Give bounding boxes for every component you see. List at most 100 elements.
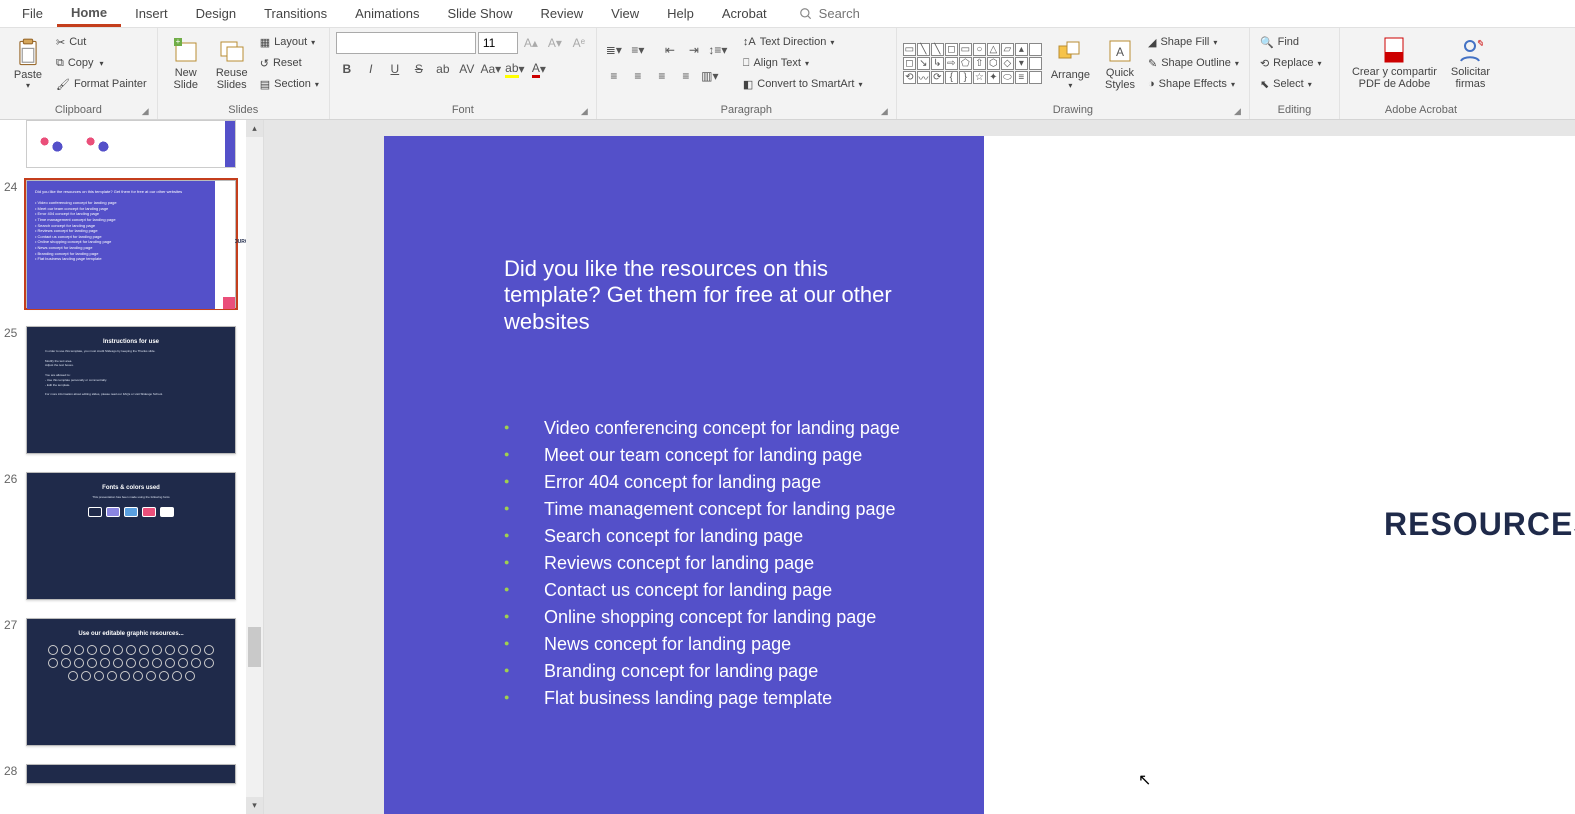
bold-icon[interactable]: B — [336, 58, 358, 80]
shape-fill-button[interactable]: ◢Shape Fill▾ — [1144, 32, 1243, 52]
effects-icon: ◑ — [1148, 78, 1155, 90]
convert-smartart-button[interactable]: ◧Convert to SmartArt▾ — [739, 74, 867, 94]
shape-effects-button[interactable]: ◑Shape Effects▾ — [1144, 74, 1243, 94]
thumbnail-scrollbar[interactable]: ▴ ▾ — [246, 120, 263, 814]
scroll-up-icon[interactable]: ▴ — [246, 120, 263, 137]
align-left-icon[interactable]: ≡ — [603, 65, 625, 87]
format-painter-button[interactable]: 🖌Format Painter — [52, 74, 151, 94]
slide-thumbnail-25[interactable]: 25 Instructions for use In order to use … — [26, 326, 234, 454]
reset-button[interactable]: ↺Reset — [256, 53, 323, 73]
gallery-more-icon[interactable]: ≡ — [1015, 71, 1028, 84]
font-name-combo[interactable] — [336, 32, 476, 54]
slide-editor[interactable]: Did you like the resources on this templ… — [264, 120, 1575, 814]
tab-file[interactable]: File — [8, 2, 57, 25]
tab-animations[interactable]: Animations — [341, 2, 433, 25]
highlight-icon[interactable]: ab▾ — [504, 58, 526, 80]
work-area: 24 Did you like the resources on this te… — [0, 120, 1575, 814]
slide-thumbnail-24[interactable]: 24 Did you like the resources on this te… — [26, 180, 234, 308]
slide-thumbnail-26[interactable]: 26 Fonts & colors used This presentation… — [26, 472, 234, 600]
section-button[interactable]: ▤Section▾ — [256, 74, 323, 94]
tab-review[interactable]: Review — [527, 2, 598, 25]
tab-home[interactable]: Home — [57, 1, 121, 27]
tab-design[interactable]: Design — [182, 2, 250, 25]
scroll-down-icon[interactable]: ▾ — [246, 797, 263, 814]
shape-outline-button[interactable]: ✎Shape Outline▾ — [1144, 53, 1243, 73]
underline-icon[interactable]: U — [384, 58, 406, 80]
launcher-icon[interactable]: ◢ — [581, 106, 588, 117]
select-button[interactable]: ⬉Select▾ — [1256, 74, 1333, 94]
line-spacing-icon[interactable]: ↕≡▾ — [707, 39, 729, 61]
launcher-icon[interactable]: ◢ — [142, 106, 149, 117]
increase-font-icon[interactable]: A▴ — [520, 32, 542, 54]
font-size-combo[interactable] — [478, 32, 518, 54]
gallery-up-icon[interactable]: ▴ — [1015, 43, 1028, 56]
clear-format-icon[interactable]: Aᵉ — [568, 32, 590, 54]
group-label-adobe: Adobe Acrobat — [1346, 102, 1496, 119]
search-box[interactable] — [799, 6, 899, 21]
list-item: Error 404 concept for landing page — [504, 469, 924, 496]
reuse-slides-button[interactable]: Reuse Slides — [210, 33, 254, 93]
list-item: Video conferencing concept for landing p… — [504, 415, 924, 442]
tab-transitions[interactable]: Transitions — [250, 2, 341, 25]
svg-text:✎: ✎ — [1477, 39, 1483, 50]
list-item: Branding concept for landing page — [504, 658, 924, 685]
shadow-icon[interactable]: ab — [432, 58, 454, 80]
list-item: Meet our team concept for landing page — [504, 442, 924, 469]
gallery-down-icon[interactable]: ▾ — [1015, 57, 1028, 70]
shapes-gallery[interactable]: ▭╲╲◻▭○△▱▴ ◻↘↳⇨⬠⇧⬡◇▾ ⟲〰⟳{}☆✦⬭≡ — [903, 43, 1043, 84]
align-right-icon[interactable]: ≡ — [651, 65, 673, 87]
cut-button[interactable]: ✂Cut — [52, 32, 151, 52]
decrease-font-icon[interactable]: A▾ — [544, 32, 566, 54]
section-icon: ▤ — [260, 78, 270, 91]
numbering-icon[interactable]: ≡▾ — [627, 39, 649, 61]
copy-button[interactable]: ⧉Copy▾ — [52, 53, 151, 73]
launcher-icon[interactable]: ◢ — [881, 106, 888, 117]
slide-thumbnail-27[interactable]: 27 Use our editable graphic resources... — [26, 618, 234, 746]
new-slide-button[interactable]: + New Slide — [164, 33, 208, 93]
adobe-create-button[interactable]: Crear y compartir PDF de Adobe — [1346, 32, 1443, 92]
italic-icon[interactable]: I — [360, 58, 382, 80]
char-spacing-icon[interactable]: AV — [456, 58, 478, 80]
align-center-icon[interactable]: ≡ — [627, 65, 649, 87]
thumb-title: Use our editable graphic resources... — [35, 631, 227, 637]
quick-styles-button[interactable]: A Quick Styles — [1098, 33, 1142, 93]
font-color-icon[interactable]: A▾ — [528, 58, 550, 80]
launcher-icon[interactable]: ◢ — [1234, 106, 1241, 117]
decrease-indent-icon[interactable]: ⇤ — [659, 39, 681, 61]
slide-canvas[interactable]: Did you like the resources on this templ… — [384, 136, 1575, 814]
change-case-icon[interactable]: Aa▾ — [480, 58, 502, 80]
thumbnail-panel: 24 Did you like the resources on this te… — [0, 120, 264, 814]
adobe-request-button[interactable]: ✎ Solicitar firmas — [1445, 32, 1496, 92]
tab-acrobat[interactable]: Acrobat — [708, 2, 781, 25]
align-text-icon: ⎕ — [743, 57, 750, 70]
new-slide-label: New Slide — [173, 67, 197, 91]
columns-icon[interactable]: ▥▾ — [699, 65, 721, 87]
text-direction-button[interactable]: ↕AText Direction▾ — [739, 32, 867, 52]
bullets-icon[interactable]: ≣▾ — [603, 39, 625, 61]
replace-button[interactable]: ⟲Replace▾ — [1256, 53, 1333, 73]
resources-heading: RESOURCES — [1384, 506, 1575, 543]
thumb-title: Fonts & colors used — [35, 485, 227, 491]
slide-thumbnail-28[interactable]: 28 — [26, 764, 234, 784]
tab-insert[interactable]: Insert — [121, 2, 182, 25]
group-label-editing: Editing — [1256, 102, 1333, 119]
strike-icon[interactable]: S — [408, 58, 430, 80]
search-input[interactable] — [819, 6, 899, 21]
arrange-button[interactable]: Arrange▾ — [1045, 35, 1096, 92]
justify-icon[interactable]: ≡ — [675, 65, 697, 87]
scroll-handle[interactable] — [248, 627, 261, 667]
paste-button[interactable]: Paste ▾ — [6, 35, 50, 92]
tab-help[interactable]: Help — [653, 2, 708, 25]
list-item: Reviews concept for landing page — [504, 550, 924, 577]
tab-view[interactable]: View — [597, 2, 653, 25]
quick-styles-label: Quick Styles — [1105, 67, 1135, 91]
quick-styles-icon: A — [1104, 35, 1136, 67]
increase-indent-icon[interactable]: ⇥ — [683, 39, 705, 61]
slide-thumbnail-partial[interactable] — [26, 120, 236, 168]
tab-slideshow[interactable]: Slide Show — [433, 2, 526, 25]
find-button[interactable]: 🔍Find — [1256, 32, 1333, 52]
brush-icon: 🖌 — [56, 78, 70, 91]
paste-label: Paste — [14, 69, 42, 81]
align-text-button[interactable]: ⎕Align Text▾ — [739, 53, 867, 73]
layout-button[interactable]: ▦Layout▾ — [256, 32, 323, 52]
